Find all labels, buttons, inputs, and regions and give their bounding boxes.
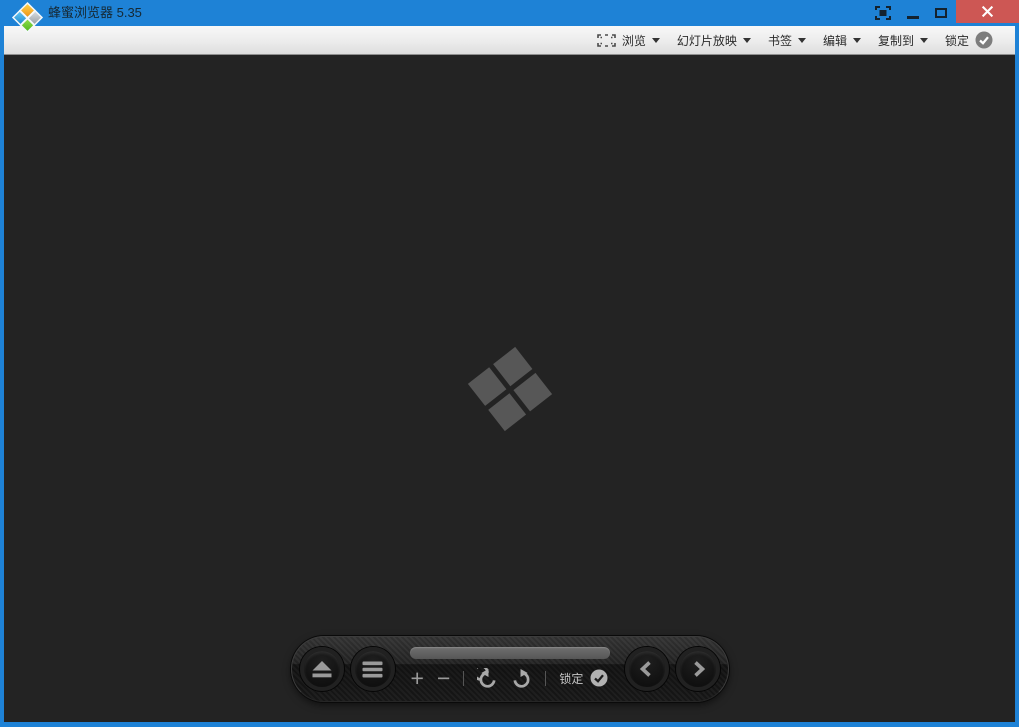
menu-browse-label: 浏览 [622, 32, 646, 49]
previous-button[interactable] [625, 647, 669, 691]
dropdown-arrow-icon [743, 38, 751, 43]
close-icon [981, 5, 994, 18]
prev-icon [637, 659, 657, 679]
dropdown-arrow-icon [798, 38, 806, 43]
divider [463, 671, 464, 686]
rotate-ccw-button[interactable] [477, 668, 498, 689]
app-logo-icon [12, 2, 42, 32]
window-controls [866, 0, 1019, 26]
menu-browse[interactable]: 浏览 [597, 32, 660, 49]
menu-copy-to-label: 复制到 [878, 32, 914, 49]
next-button[interactable] [676, 647, 720, 691]
minimize-button[interactable] [900, 0, 926, 26]
close-button[interactable] [956, 0, 1019, 23]
rotate-ccw-icon [477, 668, 498, 689]
titlebar: 蜂蜜浏览器 5.35 [0, 0, 1019, 26]
eject-button[interactable] [300, 647, 344, 691]
toolbar-lock-label: 锁定 [945, 32, 969, 49]
dropdown-arrow-icon [920, 38, 928, 43]
bar-lock-label: 锁定 [559, 670, 583, 687]
zoom-in-button[interactable]: + [411, 667, 424, 690]
menu-button[interactable] [351, 647, 395, 691]
menu-bookmarks-label: 书签 [768, 32, 792, 49]
window-title: 蜂蜜浏览器 5.35 [48, 0, 142, 26]
toolbar-lock-toggle[interactable]: 锁定 [945, 31, 993, 49]
menu-slideshow[interactable]: 幻灯片放映 [677, 32, 751, 49]
eject-icon [311, 660, 333, 678]
maximize-button[interactable] [926, 0, 956, 26]
zoom-out-button[interactable]: − [437, 667, 450, 690]
four-diamonds-logo [467, 346, 551, 430]
fullscreen-button[interactable] [866, 0, 900, 26]
zoom-slider[interactable] [410, 647, 610, 659]
dropdown-arrow-icon [652, 38, 660, 43]
toolbar: 浏览 幻灯片放映 书签 编辑 复制到 锁定 [4, 26, 1015, 55]
menu-copy-to[interactable]: 复制到 [878, 32, 928, 49]
bar-lock-toggle[interactable]: 锁定 [559, 669, 608, 687]
fullscreen-icon [875, 6, 891, 20]
viewport-icon [597, 34, 616, 47]
rotate-cw-icon [511, 668, 532, 689]
bottom-bar-center: + − [395, 637, 625, 701]
app-window: 蜂蜜浏览器 5.35 [0, 0, 1019, 727]
maximize-icon [935, 8, 947, 18]
bottom-control-bar: + − [291, 636, 729, 702]
next-icon [688, 659, 708, 679]
minimize-icon [907, 16, 919, 19]
menu-bookmarks[interactable]: 书签 [768, 32, 806, 49]
check-circle-icon [975, 31, 993, 49]
divider [545, 671, 546, 686]
control-row: + − [411, 664, 609, 692]
dropdown-arrow-icon [853, 38, 861, 43]
menu-slideshow-label: 幻灯片放映 [677, 32, 737, 49]
check-circle-icon [590, 669, 608, 687]
menu-edit-label: 编辑 [823, 32, 847, 49]
image-viewer-canvas: + − [4, 55, 1015, 722]
menu-icon [362, 661, 383, 678]
menu-edit[interactable]: 编辑 [823, 32, 861, 49]
rotate-cw-button[interactable] [511, 668, 532, 689]
